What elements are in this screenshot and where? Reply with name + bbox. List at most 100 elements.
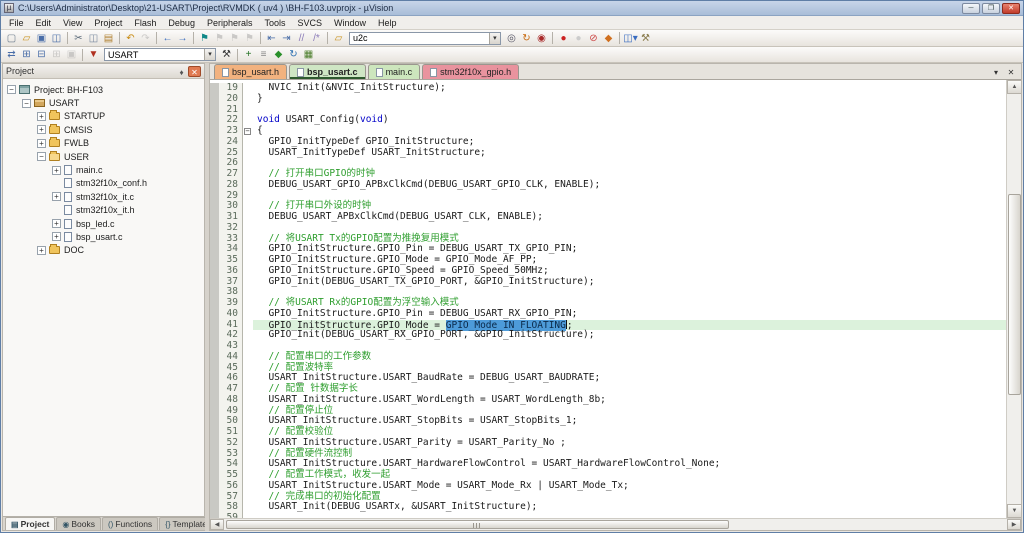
- save-icon[interactable]: ▣: [34, 32, 49, 45]
- menu-edit[interactable]: Edit: [30, 17, 58, 29]
- menu-window[interactable]: Window: [328, 17, 372, 29]
- restore-button[interactable]: ❐: [982, 3, 1000, 14]
- new-file-icon[interactable]: ▢: [4, 32, 19, 45]
- pack-installer-icon[interactable]: ▦: [301, 48, 316, 61]
- scroll-left-icon[interactable]: ◀: [210, 519, 224, 530]
- menu-peripherals[interactable]: Peripherals: [201, 17, 259, 29]
- minimize-button[interactable]: ─: [962, 3, 980, 14]
- close-button[interactable]: ✕: [1002, 3, 1020, 14]
- build-icon[interactable]: ⊞: [19, 48, 34, 61]
- tree-expander[interactable]: +: [37, 112, 46, 121]
- tab-close-icon[interactable]: ✕: [1005, 68, 1017, 77]
- manage-components-icon[interactable]: ◆: [271, 48, 286, 61]
- panel-tab-books[interactable]: ◉Books: [56, 517, 101, 530]
- tree-expander[interactable]: +: [37, 139, 46, 148]
- save-all-icon[interactable]: ◫: [49, 32, 64, 45]
- code-line-31[interactable]: 31 DEBUG_USART_APBxClkCmd(DEBUG_USART_CL…: [210, 212, 1006, 223]
- horizontal-scroll-thumb[interactable]: [226, 520, 729, 529]
- rebuild-icon[interactable]: ⊟: [34, 48, 49, 61]
- menu-flash[interactable]: Flash: [128, 17, 162, 29]
- menu-file[interactable]: File: [3, 17, 30, 29]
- flash-download-icon[interactable]: ▼: [86, 48, 101, 61]
- find-in-files-icon[interactable]: ◉: [534, 32, 549, 45]
- tree-item-startup[interactable]: +STARTUP: [3, 110, 204, 123]
- title-bar[interactable]: µ C:\Users\Administrator\Desktop\21-USAR…: [1, 1, 1023, 16]
- paste-icon[interactable]: ▤: [101, 32, 116, 45]
- unindent-icon[interactable]: ⇤: [264, 32, 279, 45]
- horizontal-scrollbar[interactable]: ◀ ▶: [210, 518, 1021, 530]
- indent-icon[interactable]: ⇥: [279, 32, 294, 45]
- menu-view[interactable]: View: [57, 17, 88, 29]
- tree-expander[interactable]: −: [37, 152, 46, 161]
- tab-list-dropdown-icon[interactable]: ▾: [990, 68, 1002, 77]
- target-combobox[interactable]: ▾: [104, 48, 216, 61]
- code-line-28[interactable]: 28 DEBUG_USART_GPIO_APBxClkCmd(DEBUG_USA…: [210, 180, 1006, 191]
- tree-item-stm32f10x-it-h[interactable]: stm32f10x_it.h: [3, 204, 204, 217]
- tree-expander[interactable]: −: [22, 99, 31, 108]
- open-icon[interactable]: ▱: [19, 32, 34, 45]
- tree-expander[interactable]: +: [52, 219, 61, 228]
- tree-item-user[interactable]: −USER: [3, 150, 204, 163]
- scroll-down-icon[interactable]: ▼: [1007, 504, 1021, 518]
- code-line-20[interactable]: 20}: [210, 94, 1006, 105]
- menu-project[interactable]: Project: [88, 17, 128, 29]
- comment-icon[interactable]: //: [294, 32, 309, 45]
- search-input[interactable]: [350, 33, 489, 44]
- vertical-scrollbar[interactable]: ▲ ▼: [1006, 80, 1021, 518]
- uncomment-icon[interactable]: /*: [309, 32, 324, 45]
- panel-close-icon[interactable]: ✕: [188, 66, 201, 77]
- scroll-up-icon[interactable]: ▲: [1007, 80, 1021, 94]
- tree-item-bsp-usart-c[interactable]: +bsp_usart.c: [3, 230, 204, 243]
- code-line-42[interactable]: 42 GPIO_Init(DEBUG_USART_RX_GPIO_PORT, &…: [210, 330, 1006, 341]
- undo-icon[interactable]: ↶: [123, 32, 138, 45]
- incremental-find-icon[interactable]: ↻: [519, 32, 534, 45]
- bookmark-toggle-icon[interactable]: ⚑: [197, 32, 212, 45]
- redo-icon[interactable]: ↷: [138, 32, 153, 45]
- bookmark-clear-icon[interactable]: ⚑: [242, 32, 257, 45]
- batch-build-icon[interactable]: ⊞: [49, 48, 64, 61]
- window-layout-dropdown[interactable]: ◫▾: [623, 32, 638, 45]
- pin-icon[interactable]: ♦: [175, 66, 188, 77]
- target-dropdown-icon[interactable]: ▾: [204, 49, 215, 60]
- stop-build-icon[interactable]: ▣: [64, 48, 79, 61]
- options-for-target-icon[interactable]: ⚒: [219, 48, 234, 61]
- menu-tools[interactable]: Tools: [258, 17, 291, 29]
- cut-icon[interactable]: ✂: [71, 32, 86, 45]
- target-select-input[interactable]: [105, 49, 204, 60]
- find-in-files-folder-icon[interactable]: ▱: [331, 32, 346, 45]
- tree-expander[interactable]: +: [52, 232, 61, 241]
- tree-expander[interactable]: +: [37, 125, 46, 134]
- tree-item-doc[interactable]: +DOC: [3, 244, 204, 257]
- code-line-19[interactable]: 19 NVIC_Init(&NVIC_InitStructure);: [210, 83, 1006, 94]
- tree-item-cmsis[interactable]: +CMSIS: [3, 123, 204, 136]
- panel-tab-project[interactable]: ▤Project: [5, 517, 55, 530]
- manage-books-icon[interactable]: ≡: [256, 48, 271, 61]
- panel-tab-functions[interactable]: ()Functions: [102, 517, 158, 530]
- code-line-25[interactable]: 25 USART_InitTypeDef USART_InitStructure…: [210, 148, 1006, 159]
- breakpoint-disable-icon[interactable]: ●: [571, 32, 586, 45]
- tree-item-project-bh-f103[interactable]: −Project: BH-F103: [3, 83, 204, 96]
- find-next-icon[interactable]: ◎: [504, 32, 519, 45]
- editor-tab-stm32f10x-gpio-h[interactable]: stm32f10x_gpio.h: [422, 64, 519, 79]
- copy-icon[interactable]: ◫: [86, 32, 101, 45]
- reload-icon[interactable]: ↻: [286, 48, 301, 61]
- editor-tab-bsp-usart-c[interactable]: bsp_usart.c: [289, 64, 366, 79]
- tree-expander[interactable]: +: [52, 192, 61, 201]
- tree-item-usart[interactable]: −USART: [3, 96, 204, 109]
- tree-expander[interactable]: −: [7, 85, 16, 94]
- vertical-scroll-thumb[interactable]: [1008, 194, 1021, 395]
- code-view[interactable]: 19 NVIC_Init(&NVIC_InitStructure);20}212…: [210, 80, 1006, 518]
- breakpoint-kill-icon[interactable]: ⊘: [586, 32, 601, 45]
- editor-tab-bsp-usart-h[interactable]: bsp_usart.h: [214, 64, 287, 79]
- manage-file-extensions-icon[interactable]: +: [241, 48, 256, 61]
- bookmark-next-icon[interactable]: ⚑: [227, 32, 242, 45]
- code-line-40[interactable]: 40 GPIO_InitStructure.GPIO_Pin = DEBUG_U…: [210, 309, 1006, 320]
- editor-tab-main-c[interactable]: main.c: [368, 64, 421, 79]
- breakpoint-kill-all-icon[interactable]: ◆: [601, 32, 616, 45]
- code-line-58[interactable]: 58 USART_Init(DEBUG_USARTx, &USART_InitS…: [210, 502, 1006, 513]
- breakpoint-insert-icon[interactable]: ●: [556, 32, 571, 45]
- tree-item-fwlb[interactable]: +FWLB: [3, 137, 204, 150]
- code-line-22[interactable]: 22void USART_Config(void): [210, 115, 1006, 126]
- translate-file-icon[interactable]: ⇄: [4, 48, 19, 61]
- search-combobox[interactable]: ▾: [349, 32, 501, 45]
